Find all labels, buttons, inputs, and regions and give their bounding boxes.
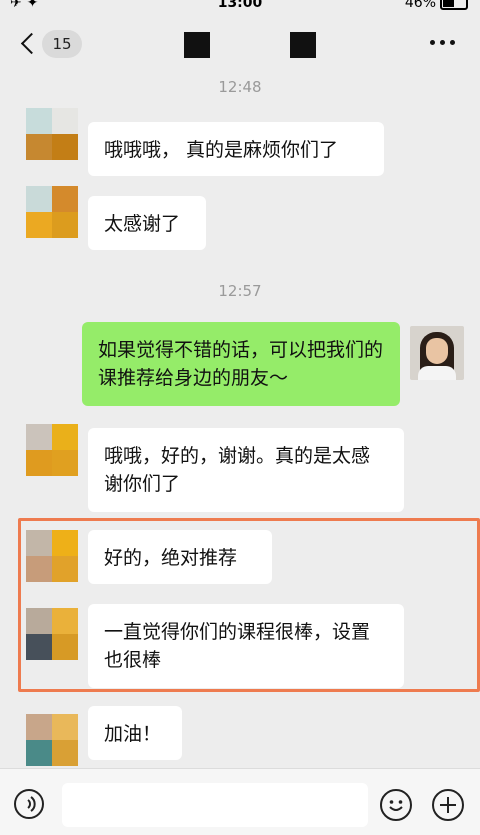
message-bubble[interactable]: 加油！	[88, 706, 182, 760]
timestamp: 12:48	[218, 78, 262, 96]
message-bubble[interactable]: 哦哦，好的，谢谢。真的是太感谢你们了	[88, 428, 404, 512]
timestamp: 12:57	[218, 282, 262, 300]
self-avatar[interactable]	[410, 326, 464, 380]
message-bubble[interactable]: 哦哦哦， 真的是麻烦你们了	[88, 122, 384, 176]
plus-button[interactable]	[432, 789, 464, 821]
redacted-title-block	[290, 32, 316, 58]
status-bar: ✈ ✦ 13:00 46%	[0, 0, 480, 14]
back-button[interactable]: 15	[18, 30, 88, 60]
avatar[interactable]	[26, 608, 78, 660]
avatar[interactable]	[26, 108, 78, 160]
input-bar	[0, 768, 480, 835]
message-bubble[interactable]: 太感谢了	[88, 196, 206, 250]
chevron-left-icon	[20, 32, 43, 55]
chat-area[interactable]: 12:48 哦哦哦， 真的是麻烦你们了 太感谢了 12:57 如果觉得不错的话，…	[0, 74, 480, 768]
avatar[interactable]	[26, 530, 78, 582]
message-bubble-outgoing[interactable]: 如果觉得不错的话，可以把我们的课推荐给身边的朋友～	[82, 322, 400, 406]
message-bubble[interactable]: 好的，绝对推荐	[88, 530, 272, 584]
redacted-title-block	[184, 32, 210, 58]
battery-percent: 46%	[404, 0, 436, 11]
voice-icon	[23, 796, 36, 812]
battery-icon	[440, 0, 468, 10]
unread-count-badge: 15	[42, 30, 82, 58]
chat-header: 15	[0, 16, 480, 74]
avatar[interactable]	[26, 186, 78, 238]
emoji-button[interactable]	[380, 789, 412, 821]
message-input[interactable]	[62, 783, 368, 827]
message-bubble[interactable]: 一直觉得你们的课程很棒，设置也很棒	[88, 604, 404, 688]
more-dots-icon	[430, 40, 435, 45]
emoji-icon	[389, 800, 403, 811]
more-button[interactable]	[430, 38, 456, 48]
voice-button[interactable]	[14, 789, 44, 819]
avatar[interactable]	[26, 424, 78, 476]
avatar[interactable]	[26, 714, 78, 766]
